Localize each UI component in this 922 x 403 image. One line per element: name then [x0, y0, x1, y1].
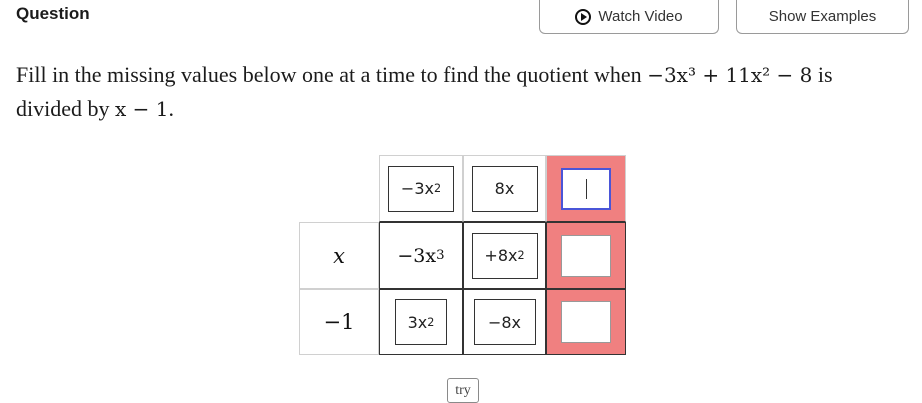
question-prompt: Fill in the missing values below one at …	[16, 58, 896, 126]
question-heading: Question	[16, 4, 90, 23]
divisor-label-x: x	[299, 222, 379, 289]
divisor-label-neg1: −1	[299, 289, 379, 355]
product-cell-x-2: +8x 2	[463, 222, 546, 289]
product-cell-neg1-2: −8x	[463, 289, 546, 355]
prompt-text-after: .	[168, 96, 174, 121]
dividend-expression: −3x³ + 11x² − 8	[647, 63, 813, 87]
product-cell-neg1-1: 3x 2	[379, 289, 463, 355]
quotient-term-1-exp: 2	[433, 182, 442, 195]
play-circle-icon	[575, 8, 592, 25]
product-x-term-2-base: +8x	[484, 246, 518, 265]
quotient-term-3-input[interactable]	[561, 167, 611, 210]
product-x-term-1-exp: 3	[436, 248, 445, 263]
text-caret	[585, 178, 587, 199]
quotient-term-1-base: −3x	[400, 179, 434, 198]
product-cell-x-1: −3x 3	[379, 222, 463, 289]
quotient-cell-1: −3x 2	[379, 155, 463, 222]
quotient-term-1: −3x 2	[388, 165, 454, 212]
product-x-term-3-input[interactable]	[561, 234, 611, 277]
prompt-text-before: Fill in the missing values below one at …	[16, 62, 642, 87]
show-examples-label: Show Examples	[768, 8, 877, 25]
watch-video-button[interactable]: Watch Video	[539, 0, 719, 34]
product-cell-neg1-3	[546, 289, 626, 355]
product-neg1-term-3-input[interactable]	[561, 301, 611, 343]
quotient-cell-2: 8x	[463, 155, 546, 222]
divisor-expression: x − 1	[115, 97, 169, 121]
quotient-cell-3	[546, 155, 626, 222]
product-x-term-1-base: −3x	[397, 244, 437, 267]
product-neg1-term-1-base: 3x	[407, 312, 428, 332]
watch-video-label: Watch Video	[598, 8, 683, 25]
product-x-term-2: +8x 2	[471, 232, 538, 279]
product-neg1-term-1: 3x 2	[395, 299, 447, 345]
product-cell-x-3	[546, 222, 626, 289]
product-x-term-1: −3x 3	[386, 232, 456, 279]
product-neg1-term-2: −8x	[473, 299, 536, 345]
show-examples-button[interactable]: Show Examples	[736, 0, 909, 34]
product-x-term-2-exp: 2	[517, 249, 525, 262]
quotient-term-2: 8x	[471, 165, 538, 212]
product-neg1-term-1-exp: 2	[427, 315, 435, 329]
try-button[interactable]: try	[447, 378, 479, 403]
